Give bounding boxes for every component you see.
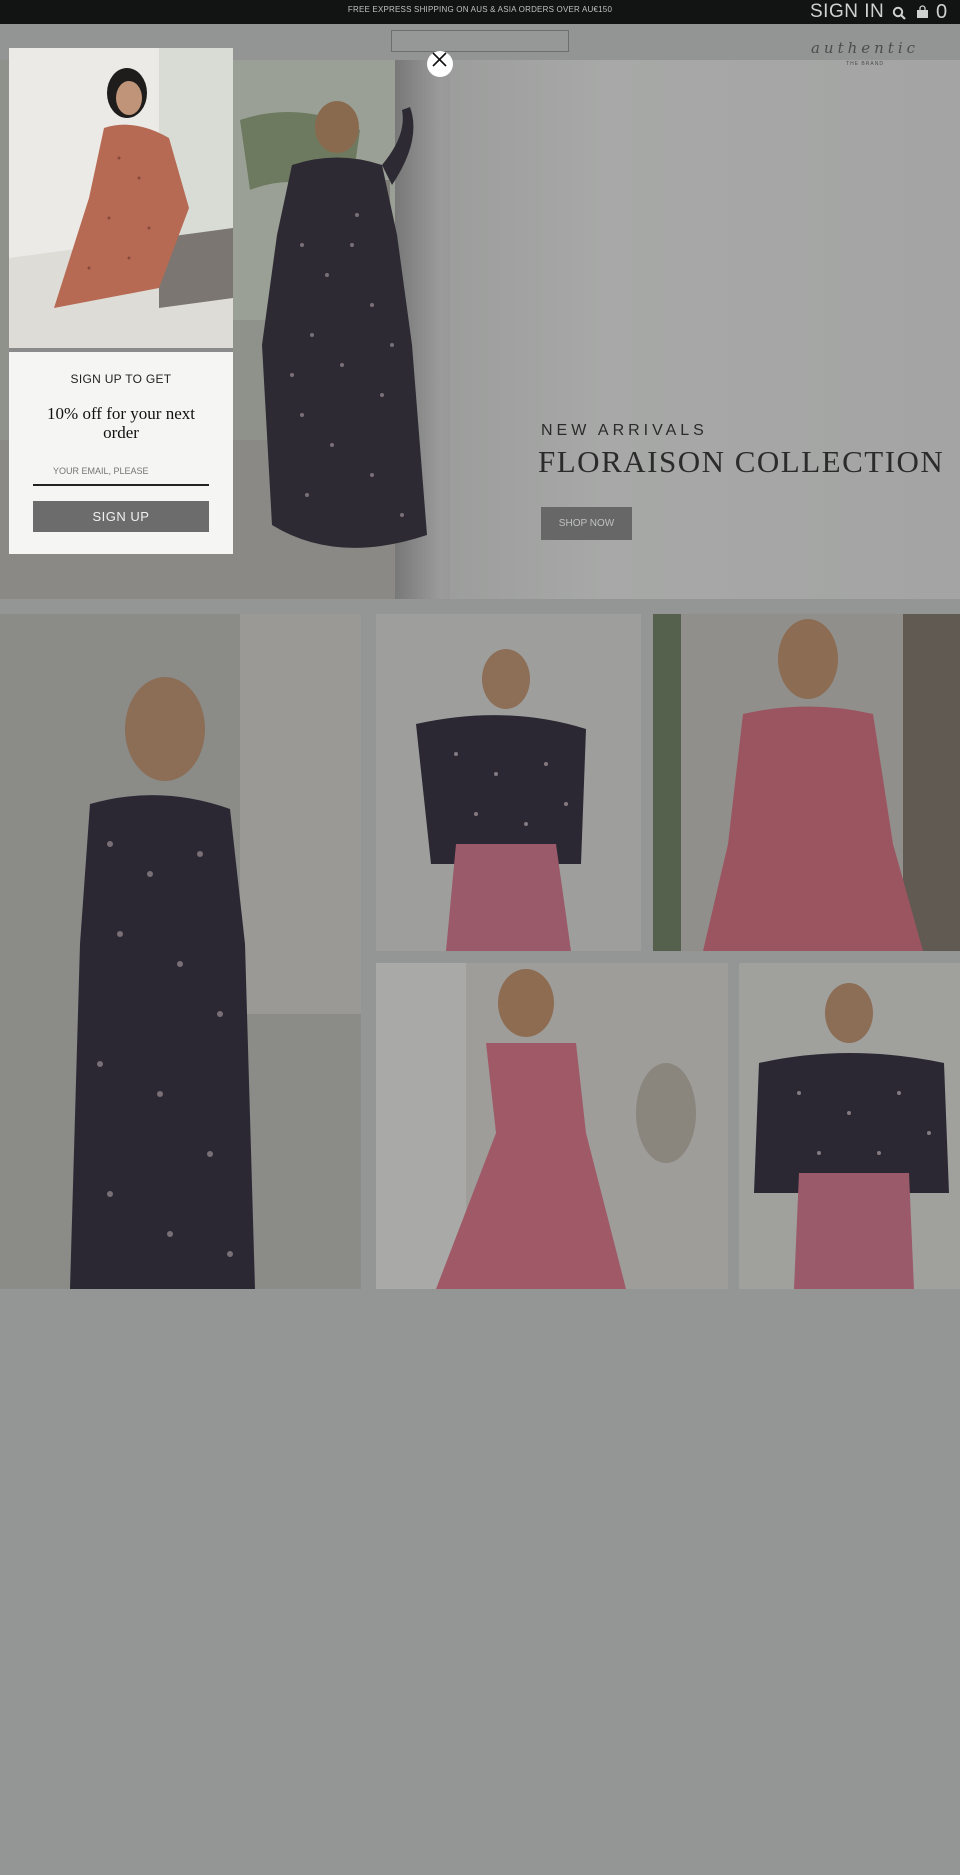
email-field[interactable] (33, 458, 209, 486)
product-image (376, 963, 728, 1289)
product-image (739, 963, 960, 1289)
hero-kicker: NEW ARRIVALS (541, 422, 708, 439)
logo-subtitle: THE BRAND (846, 61, 884, 67)
logo-script: authentic (810, 39, 920, 57)
bag-icon[interactable] (916, 5, 929, 19)
hero-wall (450, 60, 960, 599)
popup-image (9, 48, 233, 348)
popup-offer: 10% off for your next order (47, 404, 195, 442)
search-input[interactable] (391, 30, 569, 52)
announcement-bar: FREE EXPRESS SHIPPING ON AUS & ASIA ORDE… (0, 0, 960, 24)
product-tile-floral-maxi[interactable] (0, 614, 361, 1289)
brand-logo[interactable]: authentic THE BRAND (800, 36, 930, 84)
product-tile-floral-shirt[interactable] (376, 614, 641, 951)
product-image (0, 614, 361, 1289)
search-icon[interactable] (892, 6, 906, 20)
product-tile-floral-blouse[interactable] (739, 963, 960, 1289)
product-tile-pink-jumpsuit[interactable] (376, 963, 728, 1289)
hero-title: FLORAISON COLLECTION (538, 444, 945, 479)
close-icon (432, 52, 447, 67)
sign-in-link[interactable]: SIGN IN (810, 0, 884, 24)
shop-now-button[interactable]: SHOP NOW (541, 507, 632, 540)
hero-model-image (262, 101, 427, 548)
popup-heading: SIGN UP TO GET (70, 372, 172, 386)
popup-model-image (9, 48, 233, 348)
newsletter-popup: SIGN UP TO GET 10% off for your next ord… (9, 48, 233, 554)
signup-button[interactable]: SIGN UP (33, 501, 209, 532)
product-image (376, 614, 641, 951)
product-image (653, 614, 960, 951)
popup-close-button[interactable] (427, 51, 453, 77)
cart-count[interactable]: 0 (936, 0, 947, 24)
product-tile-pink-dress[interactable] (653, 614, 960, 951)
popup-divider (9, 348, 233, 352)
